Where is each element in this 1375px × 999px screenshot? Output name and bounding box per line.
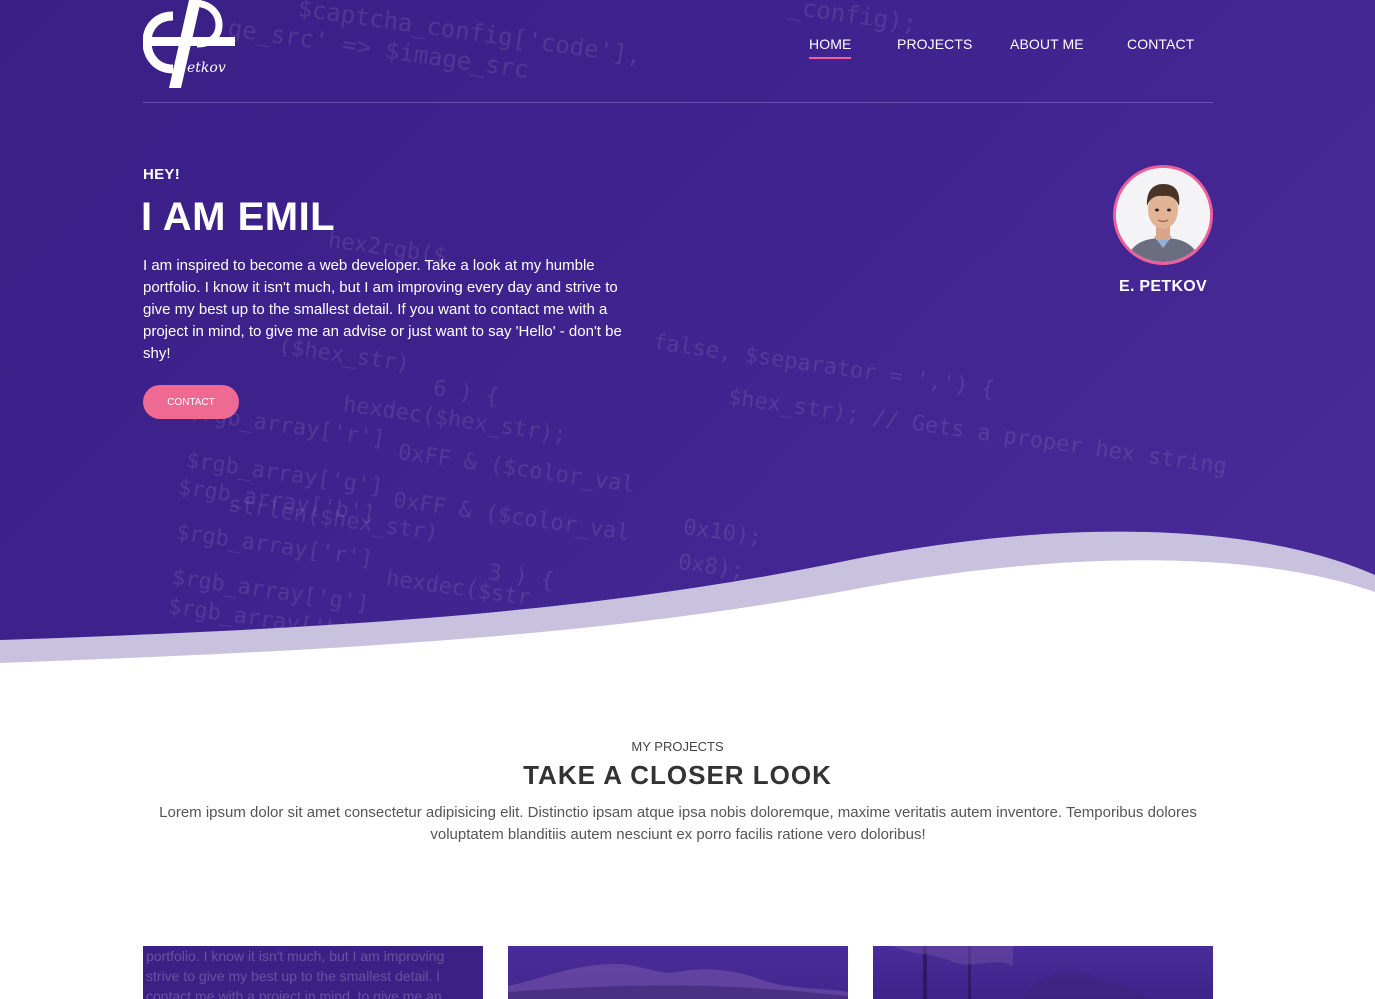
hero-greeting: HEY!	[143, 166, 181, 183]
hero-contact-button[interactable]: CONTACT	[143, 385, 239, 419]
nav-divider	[143, 102, 1213, 103]
projects-description: Lorem ipsum dolor sit amet consectetur a…	[159, 804, 1197, 843]
hero-title: I AM EMIL	[141, 195, 336, 239]
profile-name: E. PETKOV	[1118, 278, 1208, 295]
nav-projects[interactable]: PROJECTS	[897, 36, 972, 58]
main-nav: HOME PROJECTS ABOUT ME CONTACT	[0, 36, 1375, 66]
hero-intro: I am inspired to become a web developer.…	[143, 257, 622, 362]
project-card-image	[893, 946, 1153, 999]
projects-title: TAKE A CLOSER LOOK	[523, 760, 832, 790]
project-card[interactable]	[508, 946, 848, 999]
nav-home[interactable]: HOME	[809, 36, 852, 59]
project-card[interactable]	[873, 946, 1213, 999]
preview-line: strive to give my best up to the smalles…	[146, 968, 441, 984]
project-card-preview: portfolio. I know it isn't much, but I a…	[146, 946, 483, 999]
preview-line: portfolio. I know it isn't much, but I a…	[146, 948, 445, 964]
avatar	[1113, 165, 1213, 265]
project-card-image	[508, 963, 848, 999]
avatar-photo	[1116, 168, 1210, 262]
project-card[interactable]: portfolio. I know it isn't much, but I a…	[143, 946, 483, 999]
preview-line: contact me with a project in mind, to gi…	[146, 988, 442, 999]
projects-subtitle: MY PROJECTS	[631, 739, 724, 754]
hero-section: $captcha_config['code'], ge_src' => $ima…	[0, 0, 1375, 700]
nav-contact[interactable]: CONTACT	[1127, 36, 1194, 58]
nav-about-me[interactable]: ABOUT ME	[1010, 36, 1084, 58]
